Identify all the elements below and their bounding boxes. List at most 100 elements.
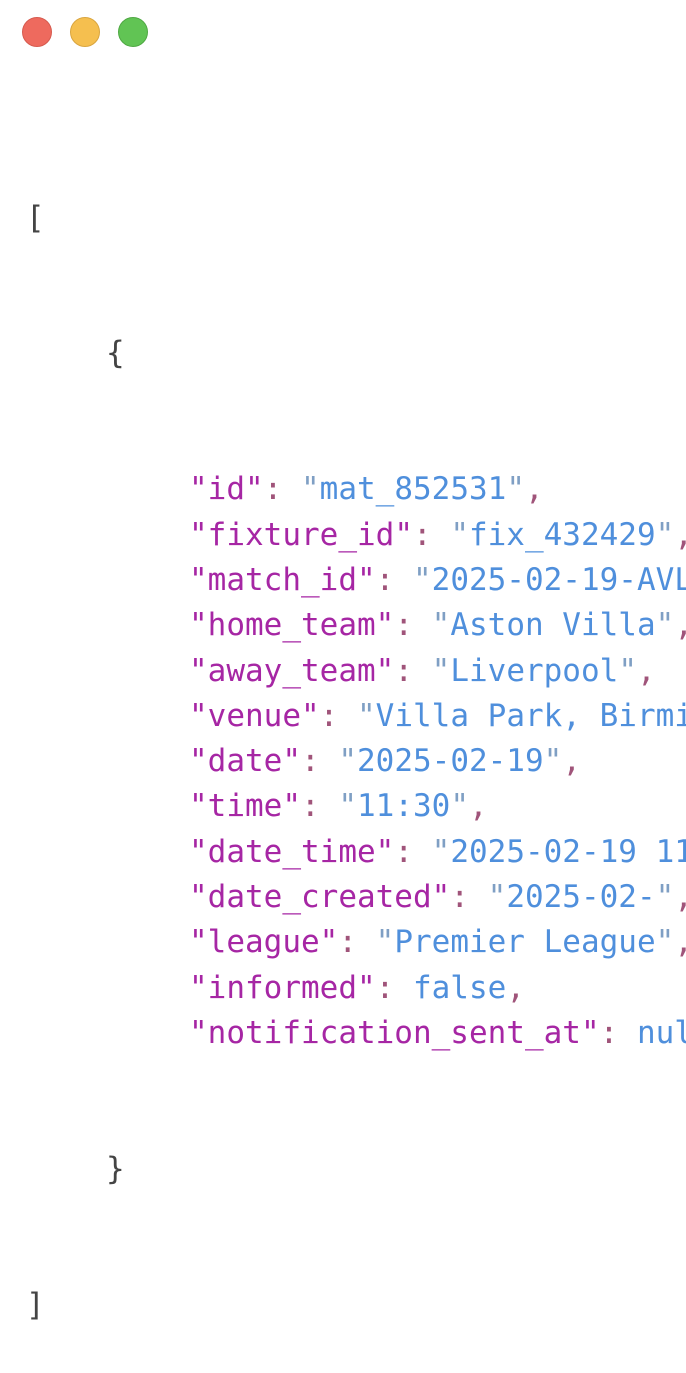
json-code-view[interactable]: [ { "id": "mat_852531", "fixture_id": "fi… (0, 105, 686, 1373)
code-line: [ (0, 196, 686, 241)
key-close-quote: " (394, 516, 413, 553)
maximize-window-button[interactable] (118, 17, 148, 47)
window-titlebar (0, 0, 686, 66)
key-open-quote: " (189, 561, 208, 598)
json-value: Liverpool (450, 652, 619, 689)
comma: , (674, 517, 686, 553)
key-close-quote: " (375, 833, 395, 870)
key-close-quote: " (301, 697, 320, 734)
json-fields: "id": "mat_852531", "fixture_id": "fix_43… (0, 467, 686, 1056)
value-open-quote: " (357, 697, 376, 734)
value-close-quote: " (655, 516, 675, 553)
code-line: { (0, 331, 686, 376)
value-open-quote: " (338, 743, 357, 780)
json-value: false (412, 969, 507, 1006)
json-field-informed: "informed": false, (0, 966, 686, 1011)
value-open-quote: " (487, 879, 507, 916)
json-key: league (207, 924, 320, 961)
key-open-quote: " (189, 652, 208, 689)
open-object-brace: { (106, 335, 125, 372)
key-value-colon: : (375, 561, 413, 598)
comma: , (469, 788, 488, 825)
key-value-colon: : (375, 969, 413, 1006)
key-close-quote: " (356, 969, 376, 1006)
key-close-quote: " (319, 924, 339, 961)
json-field-id: "id": "mat_852531", (0, 467, 686, 512)
json-field-fixture-id: "fixture_id": "fix_432429", (0, 513, 686, 558)
json-key: home_team (207, 607, 376, 644)
open-array-bracket: [ (26, 199, 45, 236)
key-close-quote: " (245, 471, 264, 508)
value-open-quote: " (431, 833, 451, 870)
value-close-quote: " (450, 788, 469, 825)
value-close-quote: " (655, 607, 675, 644)
code-line: } (0, 1147, 686, 1192)
key-close-quote: " (356, 561, 376, 598)
key-value-colon: : (394, 652, 432, 689)
key-open-quote: " (189, 924, 208, 961)
json-value: 2025-02- (506, 879, 656, 916)
json-value: 2025-02-19 (357, 743, 544, 780)
close-object-brace: } (106, 1150, 125, 1187)
key-value-colon: : (319, 697, 357, 734)
value-open-quote: " (431, 652, 451, 689)
json-value: fix_432429 (468, 516, 656, 553)
key-close-quote: " (431, 879, 451, 916)
close-array-bracket: ] (26, 1286, 45, 1323)
key-open-quote: " (189, 607, 208, 644)
key-close-quote: " (375, 652, 395, 689)
value-close-quote: " (506, 471, 525, 508)
json-field-home-team: "home_team": "Aston Villa", (0, 603, 686, 648)
key-value-colon: : (263, 471, 301, 508)
key-open-quote: " (189, 969, 208, 1006)
json-value: 2025-02-19 11:30 (450, 833, 686, 870)
comma: , (674, 879, 686, 915)
close-window-button[interactable] (22, 17, 52, 47)
key-open-quote: " (189, 743, 208, 780)
json-key: id (207, 471, 245, 508)
key-open-quote: " (189, 516, 208, 553)
json-value: null (636, 1014, 686, 1051)
key-value-colon: : (394, 607, 432, 644)
value-open-quote: " (412, 561, 432, 598)
key-value-colon: : (412, 516, 451, 553)
key-open-quote: " (189, 833, 208, 870)
value-open-quote: " (375, 924, 395, 961)
value-close-quote: " (543, 743, 563, 780)
json-field-date: "date": "2025-02-19", (0, 739, 686, 784)
value-open-quote: " (338, 788, 357, 825)
key-open-quote: " (189, 879, 208, 916)
key-open-quote: " (189, 697, 208, 734)
key-open-quote: " (189, 1014, 208, 1051)
json-field-match-id: "match_id": "2025-02-19-AVL", (0, 558, 686, 603)
json-key: notification_sent_at (207, 1014, 581, 1051)
key-close-quote: " (282, 788, 301, 825)
json-value: Premier League (394, 924, 656, 961)
key-value-colon: : (599, 1014, 637, 1051)
value-close-quote: " (655, 924, 675, 961)
json-field-notification-sent-at: "notification_sent_at": null (0, 1011, 686, 1056)
comma: , (674, 607, 686, 643)
json-value: 11:30 (357, 788, 451, 825)
json-field-venue: "venue": "Villa Park, Birmingham", (0, 694, 686, 739)
json-key: fixture_id (207, 516, 395, 553)
comma: , (562, 743, 581, 780)
json-field-date-time: "date_time": "2025-02-19 11:30", (0, 830, 686, 875)
key-value-colon: : (338, 924, 376, 961)
value-close-quote: " (618, 652, 637, 689)
value-open-quote: " (450, 516, 469, 553)
json-key: date_created (207, 879, 432, 916)
json-key: informed (207, 969, 357, 1006)
json-key: date (207, 743, 283, 780)
key-close-quote: " (580, 1014, 600, 1051)
minimize-window-button[interactable] (70, 17, 100, 47)
key-value-colon: : (450, 879, 488, 916)
key-open-quote: " (189, 471, 208, 508)
value-open-quote: " (431, 607, 451, 644)
value-close-quote: " (655, 879, 675, 916)
json-value: Aston Villa (450, 607, 656, 644)
key-value-colon: : (301, 743, 339, 780)
json-value: mat_852531 (319, 471, 507, 508)
comma: , (524, 471, 544, 508)
comma: , (506, 969, 525, 1006)
